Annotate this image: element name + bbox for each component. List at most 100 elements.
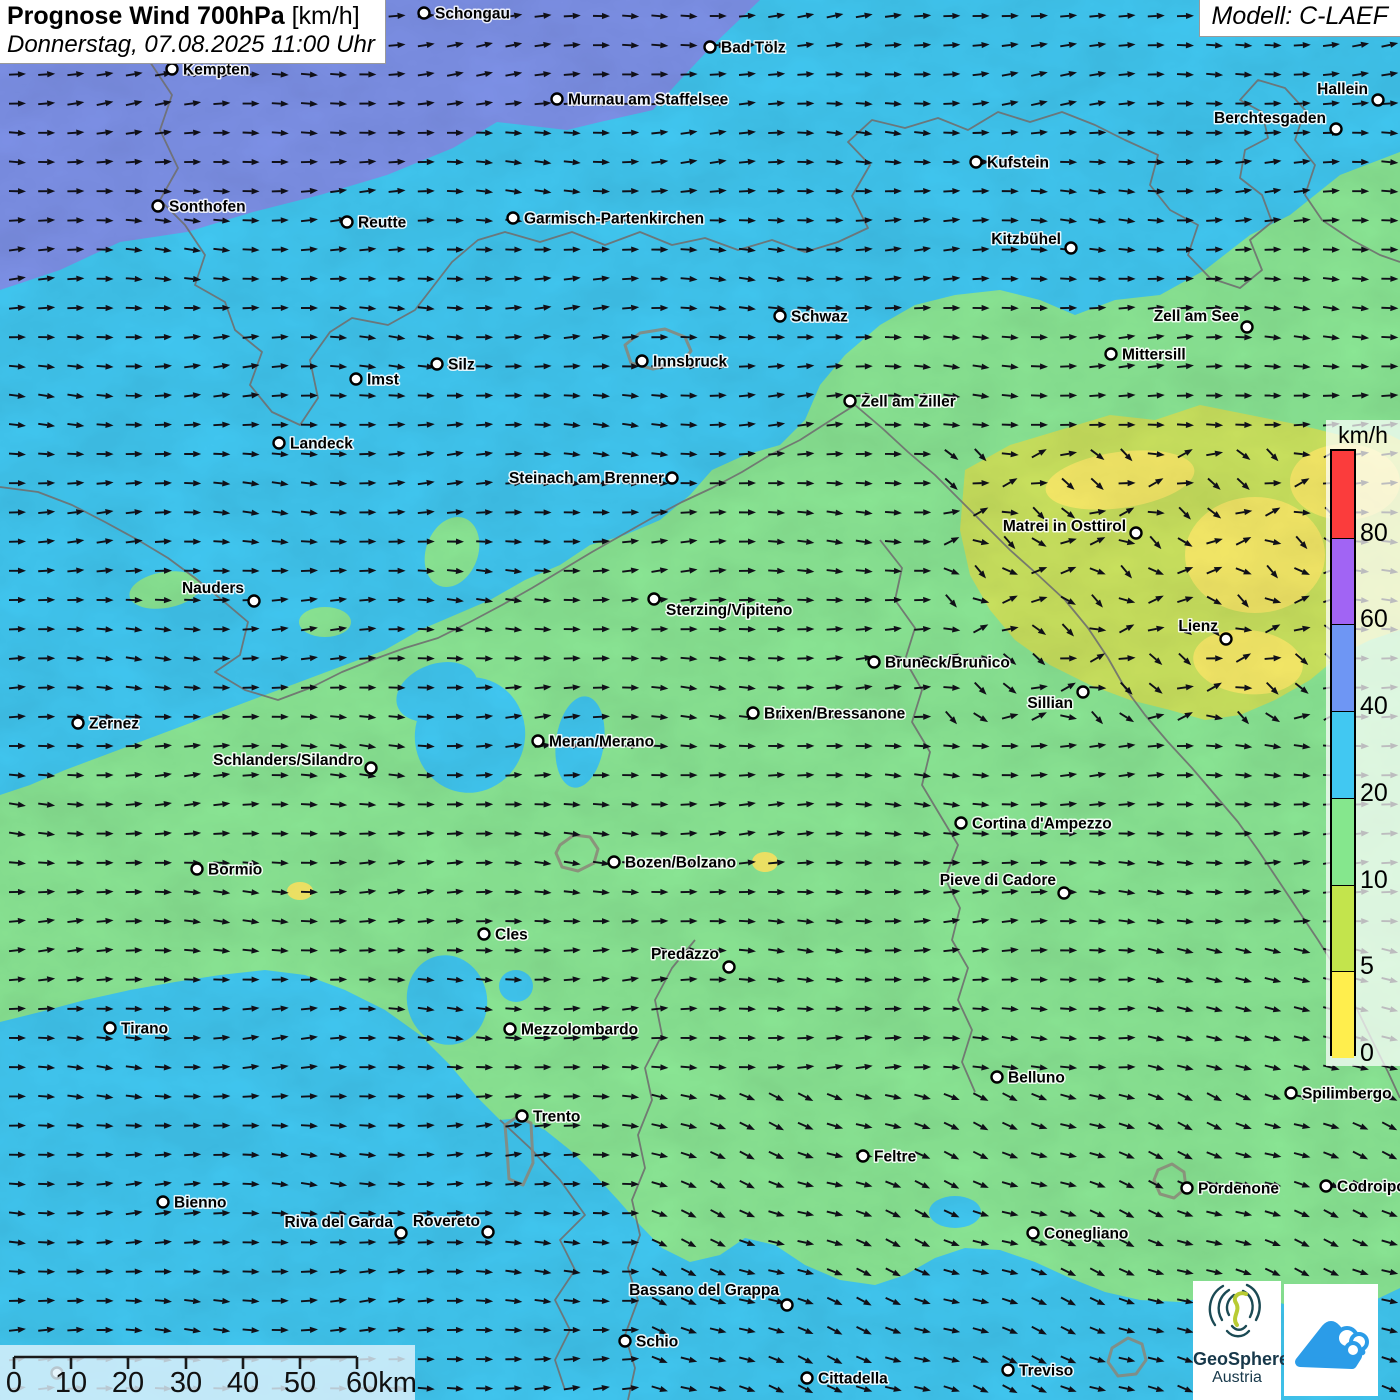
wind-arrow-shaft [505,775,514,776]
wind-arrow-shaft [243,541,252,542]
wind-arrow-shaft [827,366,836,367]
wind-arrow-shaft [126,628,135,629]
wind-arrow-shaft [97,512,106,513]
wind-arrow-shaft [330,745,339,746]
wind-arrow-shaft [184,833,193,834]
wind-arrow-shaft [67,483,76,484]
wind-arrow-shaft [739,950,748,951]
wind-arrow-shaft [914,279,923,280]
wind-arrow-shaft [359,162,368,163]
wind-arrow-shaft [1352,103,1361,104]
wind-arrow-shaft [38,804,47,805]
wind-arrow-shaft [272,629,281,630]
wind-arrow-shaft [38,424,47,425]
wind-arrow-shaft [97,74,106,75]
wind-arrow-shaft [885,833,894,834]
wind-arrow-shaft [97,979,106,980]
wind-arrow-shaft [1089,775,1098,776]
wind-arrow-shaft [330,804,339,805]
wind-arrow-shaft [418,746,427,747]
wind-arrow-shaft [564,950,573,951]
wind-arrow-shaft [885,16,894,17]
wind-arrow-shaft [564,45,573,46]
wind-arrow-shaft [1148,337,1157,338]
wind-arrow-shaft [1002,45,1011,46]
wind-arrow-shaft [1235,45,1244,46]
wind-arrow-shaft [155,278,164,279]
wind-arrow-shaft [1002,512,1011,513]
wind-arrow-shaft [1177,862,1186,863]
wind-arrow-shaft [505,862,514,863]
wind-arrow-shaft [856,45,865,46]
wind-arrow-shaft [213,425,222,426]
wind-arrow-shaft [622,395,631,396]
wind-arrow-shaft [1206,746,1215,747]
wind-arrow-shaft [359,745,368,746]
wind-arrow-shaft [9,132,18,133]
wind-arrow-shaft [9,921,18,922]
wind-arrow-shaft [1060,190,1069,191]
wind-arrow-shaft [1265,745,1274,746]
wind-arrow-shaft [827,921,836,922]
wind-arrow-shaft [97,950,106,951]
wind-arrow-shaft [535,74,544,75]
wind-arrow-shaft [272,511,281,512]
wind-arrow-shaft [243,454,252,455]
wind-arrow-shaft [710,162,719,163]
wind-arrow-shaft [1031,775,1040,776]
wind-arrow-shaft [710,687,719,688]
wind-arrow-shaft [213,483,222,484]
wind-arrow-shaft [943,424,952,425]
wind-arrow-shaft [126,220,135,221]
wind-arrow-shaft [301,775,310,776]
wind-arrow-shaft [418,336,427,337]
wind-arrow-shaft [359,336,368,337]
wind-arrow-shaft [301,1009,310,1010]
wind-arrow-shaft [856,249,865,250]
wind-arrow-shaft [1206,45,1215,46]
wind-arrow-shaft [651,716,660,717]
wind-arrow-shaft [9,308,18,309]
wind-arrow-shaft [827,687,836,688]
wind-arrow-shaft [9,833,18,834]
wind-arrow-shaft [1060,775,1069,776]
wind-arrow-shaft [1177,921,1186,922]
wind-arrow-shaft [856,687,865,688]
wind-arrow-shaft [710,541,719,542]
wind-arrow-shaft [213,891,222,892]
wind-arrow-shaft [593,833,602,834]
wind-arrow-shaft [301,745,310,746]
wind-arrow-shaft [1002,453,1011,454]
wind-arrow-shaft [535,190,544,191]
wind-arrow-shaft [768,804,777,805]
wind-arrow-shaft [710,716,719,717]
wind-arrow-shaft [1002,892,1011,893]
wind-arrow-shaft [1235,687,1244,688]
wind-arrow-shaft [739,307,748,308]
wind-arrow-shaft [1002,395,1011,396]
wind-arrow-shaft [1089,16,1098,17]
wind-arrow-shaft [681,745,690,746]
wind-arrow-shaft [797,541,806,542]
wind-arrow-shaft [418,775,427,776]
wind-arrow-shaft [243,482,252,483]
wind-arrow-shaft [1294,307,1303,308]
wind-arrow-shaft [1089,366,1098,367]
wind-arrow-shaft [1381,132,1390,133]
wind-arrow-shaft [184,658,193,659]
wind-arrow-shaft [476,628,485,629]
wind-arrow-shaft [797,979,806,980]
wind-arrow-shaft [914,746,923,747]
wind-arrow-shaft [243,804,252,805]
wind-arrow-shaft [1294,336,1303,337]
wind-arrow-shaft [622,337,631,338]
wind-arrow-shaft [67,395,76,396]
wind-arrow-shaft [739,863,748,864]
wind-arrow-shaft [67,571,76,572]
wind-arrow-shaft [943,774,952,775]
wind-arrow-shaft [447,863,456,864]
wind-arrow-shaft [213,220,222,221]
wind-arrow-shaft [797,249,806,250]
wind-arrow-shaft [418,454,427,455]
wind-arrow-shaft [67,366,76,367]
